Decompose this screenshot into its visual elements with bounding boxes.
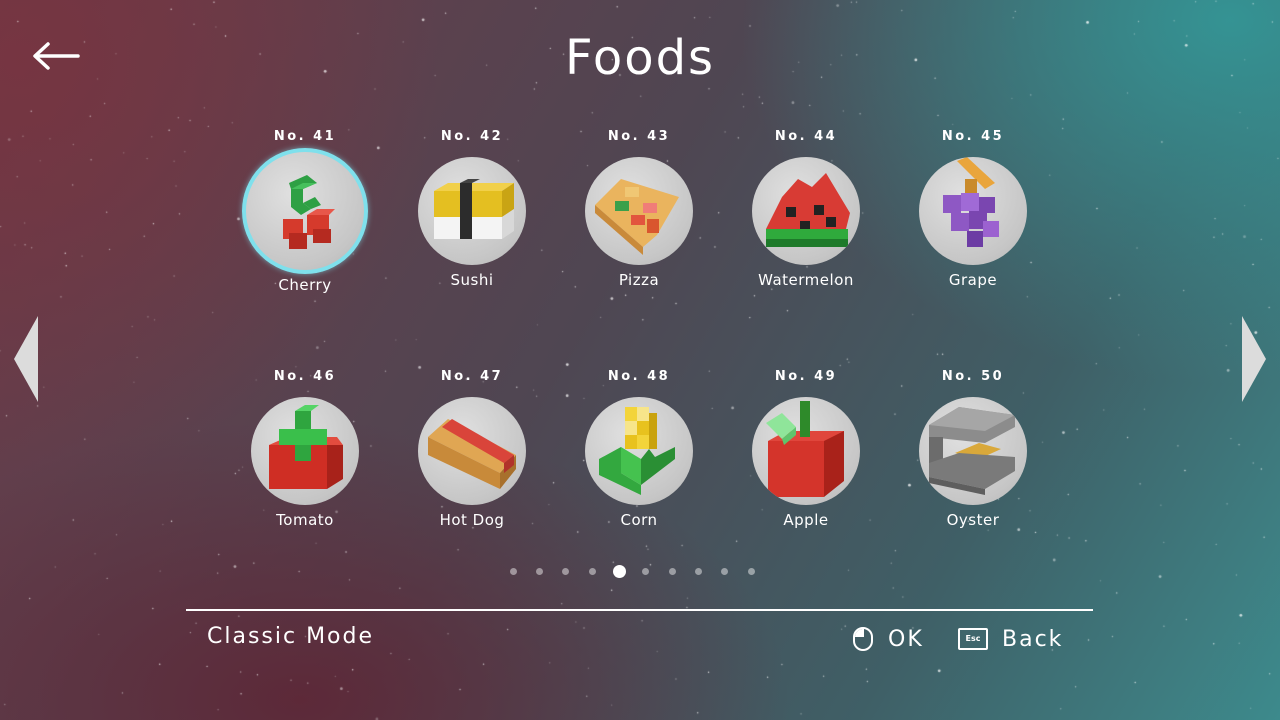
- item-name: Oyster: [946, 511, 1000, 529]
- apple-icon: [766, 401, 844, 497]
- page-dot[interactable]: [562, 567, 570, 575]
- food-item-oyster[interactable]: No. 50 Oyster: [890, 368, 1056, 538]
- item-name: Grape: [948, 271, 998, 289]
- item-thumbnail: [251, 397, 359, 505]
- oyster-icon: [929, 407, 1015, 495]
- food-item-hot-dog[interactable]: No. 47 Hot Dog: [389, 368, 555, 538]
- item-name: Pizza: [618, 271, 660, 289]
- item-name: Hot Dog: [439, 511, 505, 529]
- ok-hint-button[interactable]: OK: [852, 624, 924, 654]
- page-indicator: [500, 563, 764, 579]
- tomato-icon: [269, 405, 343, 489]
- item-number: No. 47: [440, 369, 504, 384]
- item-name: Tomato: [276, 511, 334, 529]
- page-dot[interactable]: [721, 567, 729, 575]
- food-item-cherry[interactable]: No. 41 Cherry: [222, 128, 388, 298]
- item-number: No. 48: [607, 369, 671, 384]
- corn-icon: [599, 407, 675, 495]
- item-name: Watermelon: [758, 271, 854, 289]
- page-dot[interactable]: [536, 567, 544, 575]
- item-thumbnail: [919, 397, 1027, 505]
- food-item-tomato[interactable]: No. 46 Tomato: [222, 368, 388, 538]
- page-dot[interactable]: [747, 567, 755, 575]
- food-item-pizza[interactable]: No. 43 Pizza: [556, 128, 722, 298]
- sushi-icon: [434, 179, 514, 239]
- item-thumbnail: [919, 157, 1027, 265]
- ok-label: OK: [888, 626, 924, 652]
- previous-page-arrow-icon[interactable]: [12, 314, 42, 404]
- pizza-icon: [595, 179, 679, 255]
- item-number: No. 50: [941, 369, 1005, 384]
- item-name: Corn: [620, 511, 658, 529]
- item-number: No. 43: [607, 129, 671, 144]
- item-thumbnail: [585, 397, 693, 505]
- watermelon-icon: [766, 173, 850, 247]
- cherry-icon: [283, 175, 335, 249]
- hot-dog-icon: [428, 419, 516, 489]
- grape-icon: [943, 157, 999, 247]
- item-number: No. 44: [774, 129, 838, 144]
- item-number: No. 42: [440, 129, 504, 144]
- game-mode-label: Classic Mode: [207, 624, 375, 649]
- item-number: No. 41: [273, 129, 337, 144]
- item-thumbnail: [242, 148, 368, 274]
- food-collection-grid: No. 41 Cherry No. 42 Sushi No. 43 Pizza …: [222, 128, 1056, 538]
- page-dot[interactable]: [694, 567, 702, 575]
- item-thumbnail: [418, 157, 526, 265]
- item-thumbnail: [752, 157, 860, 265]
- item-name: Apple: [783, 511, 829, 529]
- item-thumbnail: [752, 397, 860, 505]
- page-title: Foods: [564, 30, 716, 86]
- page-dot-active[interactable]: [612, 564, 626, 578]
- next-page-arrow-icon[interactable]: [1238, 314, 1268, 404]
- page-dot[interactable]: [642, 567, 650, 575]
- mouse-icon: [853, 627, 873, 651]
- item-number: No. 45: [941, 129, 1005, 144]
- item-number: No. 49: [774, 369, 838, 384]
- footer-divider: [186, 609, 1093, 611]
- food-item-apple[interactable]: No. 49 Apple: [723, 368, 889, 538]
- food-item-watermelon[interactable]: No. 44 Watermelon: [723, 128, 889, 298]
- item-name: Cherry: [278, 276, 332, 294]
- item-thumbnail: [418, 397, 526, 505]
- item-number: No. 46: [273, 369, 337, 384]
- page-dot[interactable]: [668, 567, 676, 575]
- item-name: Sushi: [450, 271, 494, 289]
- back-label: Back: [1002, 626, 1064, 652]
- back-hint-button[interactable]: Esc Back: [958, 624, 1063, 654]
- item-thumbnail: [585, 157, 693, 265]
- esc-key-icon: Esc: [958, 628, 988, 650]
- food-item-grape[interactable]: No. 45 Grape: [890, 128, 1056, 298]
- food-item-corn[interactable]: No. 48 Corn: [556, 368, 722, 538]
- food-item-sushi[interactable]: No. 42 Sushi: [389, 128, 555, 298]
- page-dot[interactable]: [509, 567, 517, 575]
- page-dot[interactable]: [588, 567, 596, 575]
